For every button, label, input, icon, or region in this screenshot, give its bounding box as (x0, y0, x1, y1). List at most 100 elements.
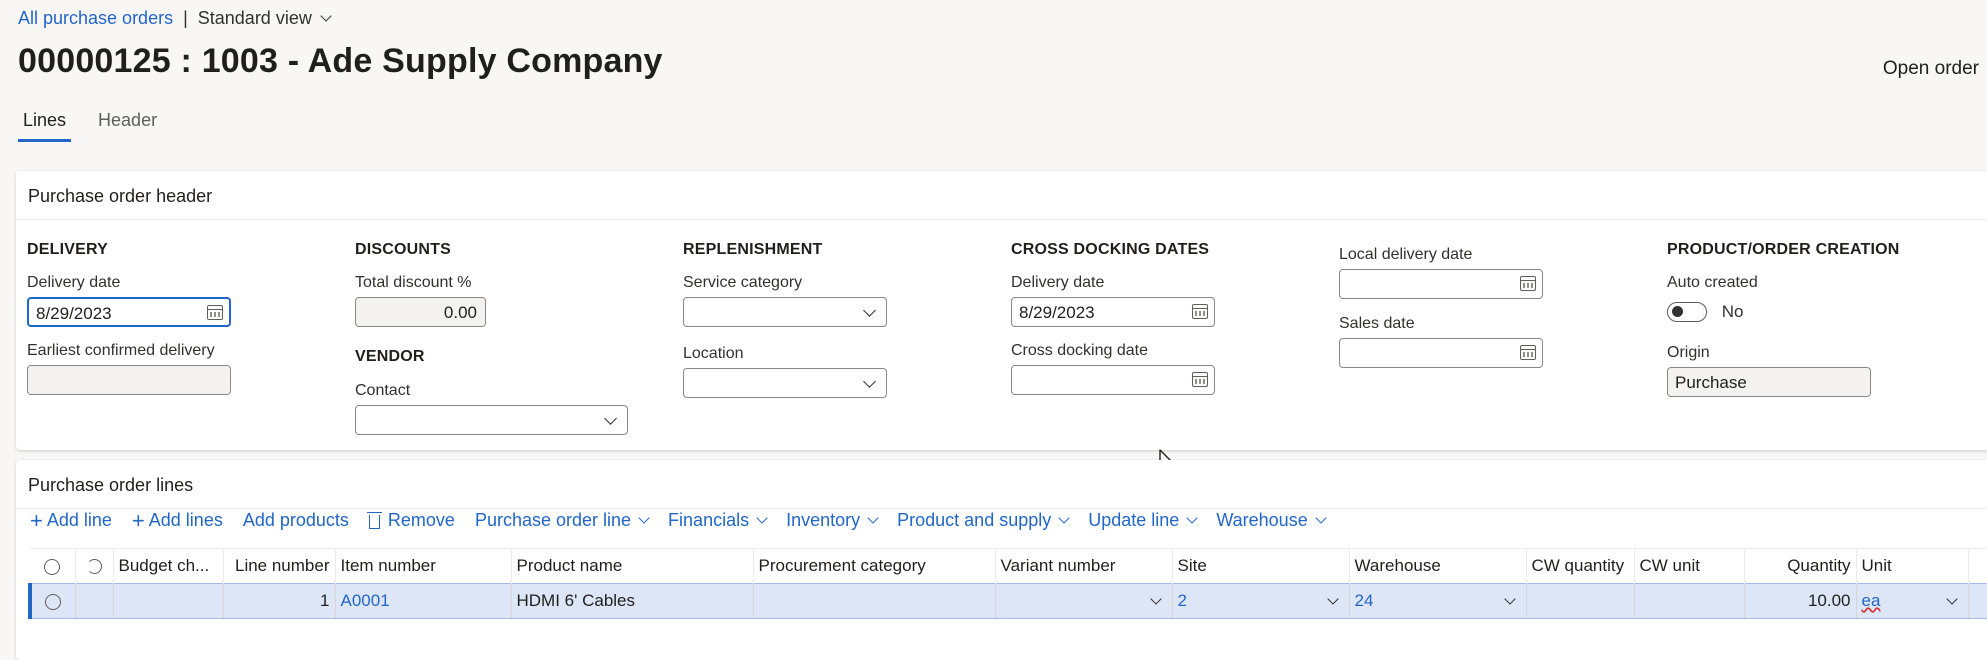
calendar-icon[interactable] (1192, 304, 1208, 319)
column-header-quantity[interactable]: Quantity (1744, 548, 1857, 584)
column-header-filler (1968, 548, 1987, 584)
cell-procurement-category[interactable] (753, 583, 996, 619)
column-header-cw-quantity[interactable]: CW quantity (1526, 548, 1635, 584)
calendar-icon[interactable] (1520, 276, 1536, 291)
total-discount-value: 0.00 (443, 303, 477, 322)
cell-site[interactable]: 2 (1172, 583, 1350, 619)
refresh-icon (86, 559, 102, 575)
section-title[interactable]: Purchase order lines (28, 475, 193, 496)
section-title[interactable]: Purchase order header (28, 186, 212, 207)
column-header-item-number[interactable]: Item number (335, 548, 512, 584)
column-header-budget[interactable]: Budget ch... (113, 548, 224, 584)
chevron-down-icon (604, 412, 617, 425)
service-category-dropdown[interactable] (683, 297, 887, 327)
warehouse-value: 24 (1354, 591, 1374, 610)
sales-date-label: Sales date (1339, 315, 1415, 332)
auto-created-toggle[interactable] (1667, 301, 1707, 322)
group-heading: DELIVERY (27, 241, 109, 258)
origin-field[interactable]: Purchase (1667, 367, 1871, 397)
product-and-supply-menu[interactable]: Product and supply (897, 510, 1070, 531)
tab-lines[interactable]: Lines (18, 108, 72, 142)
group-heading: VENDOR (355, 348, 425, 365)
lines-toolbar: + Add line + Add lines Add products Remove… (30, 507, 1345, 533)
column-header-product-name[interactable]: Product name (511, 548, 754, 584)
refresh-button[interactable] (75, 548, 114, 584)
calendar-icon[interactable] (1192, 372, 1208, 387)
delivery-date-field[interactable]: 8/29/2023 (27, 297, 231, 327)
total-discount-field[interactable]: 0.00 (355, 297, 486, 327)
column-header-site[interactable]: Site (1172, 548, 1350, 584)
column-header-warehouse[interactable]: Warehouse (1349, 548, 1527, 584)
cell-variant-number[interactable] (995, 583, 1173, 619)
unit-value: ea (1861, 591, 1881, 610)
cell-item-number[interactable]: A0001 (335, 583, 512, 619)
cell-filler (1968, 583, 1987, 619)
cell-warehouse[interactable]: 24 (1349, 583, 1527, 619)
local-delivery-date-field[interactable] (1339, 269, 1543, 299)
chevron-down-icon (1186, 511, 1198, 524)
cell-line-number[interactable]: 1 (223, 583, 336, 619)
calendar-icon[interactable] (207, 305, 223, 320)
earliest-confirmed-field[interactable] (27, 365, 231, 395)
cell-cw-unit[interactable] (1634, 583, 1745, 619)
remove-button[interactable]: Remove (366, 510, 455, 531)
row-marker-cell (75, 583, 114, 619)
cell-product-name[interactable]: HDMI 6' Cables (511, 583, 754, 619)
inventory-menu[interactable]: Inventory (786, 510, 879, 531)
column-header-line-number[interactable]: Line number (223, 548, 336, 584)
financials-menu[interactable]: Financials (668, 510, 768, 531)
breadcrumb: All purchase orders | Standard view (18, 8, 332, 29)
sales-date-field[interactable] (1339, 338, 1543, 368)
select-all-checkbox[interactable] (30, 548, 76, 584)
group-heading: REPLENISHMENT (683, 241, 823, 258)
group-heading: DISCOUNTS (355, 241, 452, 258)
chevron-down-icon (1058, 511, 1070, 524)
radio-icon (44, 558, 61, 575)
column-header-variant-number[interactable]: Variant number (995, 548, 1173, 584)
chevron-down-icon (756, 511, 768, 524)
view-selector[interactable]: Standard view (198, 8, 332, 29)
add-products-button[interactable]: Add products (243, 510, 349, 531)
plus-icon: + (30, 507, 43, 533)
add-line-label: Add line (46, 510, 112, 530)
contact-label: Contact (355, 382, 411, 399)
warehouse-menu[interactable]: Warehouse (1216, 510, 1327, 531)
location-dropdown[interactable] (683, 368, 887, 398)
breadcrumb-separator: | (183, 8, 188, 28)
cross-docking-date-label: Cross docking date (1011, 342, 1148, 359)
divider (16, 219, 1987, 220)
auto-created-label: Auto created (1667, 274, 1758, 291)
update-line-menu[interactable]: Update line (1088, 510, 1198, 531)
auto-created-value: No (1721, 301, 1744, 321)
group-heading: CROSS DOCKING DATES (1011, 241, 1210, 258)
cd-delivery-date-field[interactable]: 8/29/2023 (1011, 297, 1215, 327)
column-header-cw-unit[interactable]: CW unit (1634, 548, 1745, 584)
radio-icon (45, 593, 62, 610)
cell-unit[interactable]: ea (1856, 583, 1969, 619)
add-line-button[interactable]: + Add line (30, 507, 112, 533)
calendar-icon[interactable] (1520, 345, 1536, 360)
column-header-unit[interactable]: Unit (1856, 548, 1969, 584)
row-select-radio[interactable] (28, 583, 76, 619)
menu-label: Financials (668, 510, 750, 530)
cross-docking-date-field[interactable] (1011, 365, 1215, 395)
purchase-order-lines-grid: Budget ch... Line number Item number Pro… (28, 548, 1987, 619)
table-row[interactable]: 1 A0001 HDMI 6' Cables 2 24 10.00 ea (28, 583, 1987, 619)
tab-header[interactable]: Header (93, 108, 162, 142)
chevron-down-icon (1503, 593, 1516, 605)
column-header-procurement-category[interactable]: Procurement category (753, 548, 996, 584)
cell-budget[interactable] (113, 583, 224, 619)
tab-bar: Lines Header (18, 108, 162, 142)
purchase-order-line-menu[interactable]: Purchase order line (475, 510, 650, 531)
cell-cw-quantity[interactable] (1526, 583, 1635, 619)
all-purchase-orders-link[interactable]: All purchase orders (18, 8, 173, 29)
earliest-confirmed-label: Earliest confirmed delivery (27, 342, 215, 359)
cell-quantity[interactable]: 10.00 (1744, 583, 1857, 619)
divider (16, 508, 1987, 509)
grid-header-row: Budget ch... Line number Item number Pro… (30, 548, 1987, 584)
add-lines-button[interactable]: + Add lines (132, 509, 223, 531)
contact-dropdown[interactable] (355, 405, 628, 435)
site-value: 2 (1177, 591, 1187, 610)
menu-label: Product and supply (897, 510, 1052, 530)
menu-label: Update line (1088, 510, 1180, 530)
